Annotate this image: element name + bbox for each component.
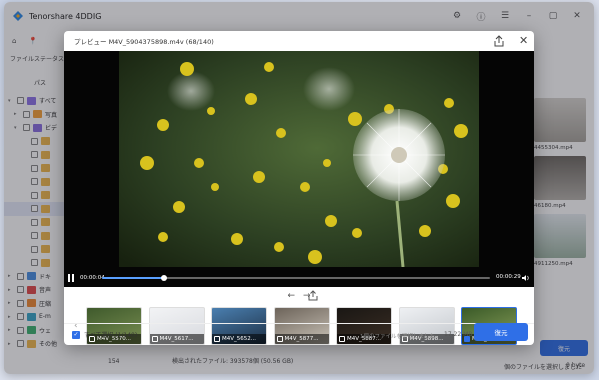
checkbox-checked-icon: ✓ <box>72 330 80 339</box>
dialog-footer: ✓ すべて選択 (1/140) 1個のファイルを選択しました 17.22 MB … <box>64 323 534 345</box>
pause-button[interactable] <box>68 274 76 282</box>
select-all-label: すべて選択 (1/140) <box>84 332 138 339</box>
video-frame <box>119 51 479 267</box>
current-time: 00:00:04 <box>80 275 105 281</box>
duration: 00:00:29 <box>496 274 521 280</box>
seek-handle[interactable] <box>161 275 168 281</box>
seek-fill <box>102 277 165 279</box>
export-file-icon[interactable] <box>308 290 318 301</box>
dandelion-image <box>119 51 479 267</box>
video-player[interactable]: 00:00:04 00:00:29 <box>64 51 534 287</box>
dialog-title: プレビュー M4V_5904375898.m4v (68/140) <box>74 38 214 46</box>
preview-nav: ← → <box>64 289 534 303</box>
selected-size-label: 17.22 MB <box>444 331 473 338</box>
export-icon[interactable] <box>494 35 504 47</box>
dialog-header: プレビュー M4V_5904375898.m4v (68/140) <box>64 31 534 51</box>
recover-button[interactable]: 復元 <box>474 323 528 341</box>
preview-dialog: プレビュー M4V_5904375898.m4v (68/140) ✕ 00:0… <box>64 31 534 345</box>
selected-files-label: 1個のファイルを選択しました <box>360 334 436 340</box>
prev-arrow-icon[interactable]: ← <box>287 291 295 301</box>
close-dialog-button[interactable]: ✕ <box>519 34 528 47</box>
volume-icon[interactable] <box>522 274 530 282</box>
seek-bar[interactable] <box>102 275 490 281</box>
video-controls: 00:00:04 00:00:29 <box>64 269 534 287</box>
select-all-checkbox[interactable]: ✓ すべて選択 (1/140) <box>72 330 137 339</box>
